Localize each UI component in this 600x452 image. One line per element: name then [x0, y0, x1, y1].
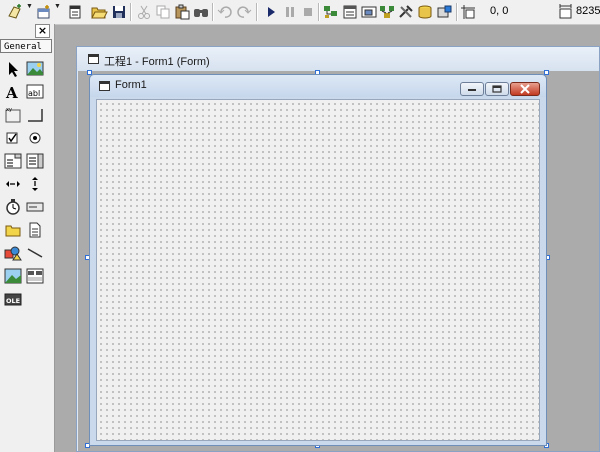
maximize-button[interactable] — [485, 82, 509, 96]
form-icon — [88, 54, 99, 67]
pointer-icon[interactable] — [3, 59, 23, 79]
checkbox-icon[interactable] — [3, 128, 23, 148]
toolbox-header: × — [0, 24, 54, 38]
properties-window-icon[interactable] — [341, 3, 359, 21]
separator — [212, 3, 214, 21]
separator — [256, 3, 258, 21]
paste-icon[interactable] — [173, 3, 191, 21]
redo-icon[interactable] — [235, 3, 253, 21]
filelistbox-icon[interactable] — [25, 220, 45, 240]
toolbox-tab-general[interactable]: General — [0, 39, 52, 53]
close-icon[interactable]: × — [35, 24, 50, 38]
position-icon — [459, 3, 477, 21]
close-button[interactable] — [510, 82, 540, 96]
designer-title-bar[interactable]: 工程1 - Form1 (Form) — [77, 47, 599, 71]
chevron-down-icon[interactable]: ▼ — [54, 3, 61, 10]
timer-icon[interactable] — [3, 197, 23, 217]
line-icon[interactable] — [25, 243, 45, 263]
shape-icon[interactable] — [3, 243, 23, 263]
toolbox-panel: × General A abl xy OLE — [0, 24, 55, 452]
separator — [456, 3, 458, 21]
chevron-down-icon[interactable]: ▼ — [26, 3, 33, 10]
textbox-icon[interactable]: abl — [25, 82, 45, 102]
data-view-icon[interactable] — [416, 3, 434, 21]
ole-icon[interactable]: OLE — [3, 289, 23, 309]
break-icon[interactable] — [281, 3, 299, 21]
combobox-icon[interactable] — [3, 151, 23, 171]
separator — [318, 3, 320, 21]
form-title-bar[interactable]: Form1 — [90, 75, 546, 97]
end-icon[interactable] — [299, 3, 317, 21]
image-icon[interactable] — [3, 266, 23, 286]
open-project-icon[interactable] — [90, 3, 108, 21]
svg-text:A: A — [5, 84, 18, 102]
undo-icon[interactable] — [216, 3, 234, 21]
minimize-button[interactable] — [460, 82, 484, 96]
object-browser-icon[interactable] — [378, 3, 396, 21]
vscrollbar-icon[interactable] — [25, 174, 45, 194]
listbox-icon[interactable] — [25, 151, 45, 171]
component-manager-icon[interactable] — [435, 3, 453, 21]
project-explorer-icon[interactable] — [322, 3, 340, 21]
add-form-icon[interactable] — [35, 3, 53, 21]
svg-text:xy: xy — [6, 107, 12, 113]
form-caption: Form1 — [115, 79, 147, 91]
toolbox-icon[interactable] — [397, 3, 415, 21]
add-project-icon[interactable] — [6, 3, 24, 21]
dirlistbox-icon[interactable] — [3, 220, 23, 240]
svg-text:OLE: OLE — [6, 297, 20, 305]
picturebox-icon[interactable] — [25, 59, 45, 79]
optionbutton-icon[interactable] — [25, 128, 45, 148]
start-icon[interactable] — [262, 3, 280, 21]
form-client-area[interactable] — [96, 99, 540, 441]
separator — [130, 3, 132, 21]
size-readout: 8235 — [576, 5, 600, 17]
form1-window[interactable]: Form1 — [89, 74, 547, 446]
find-icon[interactable] — [192, 3, 210, 21]
form-icon — [99, 81, 110, 94]
form-layout-icon[interactable] — [360, 3, 378, 21]
designer-title: 工程1 - Form1 (Form) — [104, 56, 210, 68]
frame-icon[interactable]: xy — [3, 105, 23, 125]
label-icon[interactable]: A — [3, 82, 23, 102]
svg-text:abl: abl — [28, 89, 40, 98]
menu-editor-icon[interactable] — [66, 3, 84, 21]
hscrollbar-icon[interactable] — [3, 174, 23, 194]
data-icon[interactable] — [25, 266, 45, 286]
position-readout: 0, 0 — [490, 5, 509, 17]
drivelistbox-icon[interactable] — [25, 197, 45, 217]
copy-icon[interactable] — [154, 3, 172, 21]
commandbutton-icon[interactable] — [25, 105, 45, 125]
save-project-icon[interactable] — [110, 3, 128, 21]
cut-icon[interactable] — [135, 3, 153, 21]
size-icon — [556, 3, 574, 21]
standard-toolbar: ▼ ▼ 0, 0 8235 — [0, 0, 600, 25]
